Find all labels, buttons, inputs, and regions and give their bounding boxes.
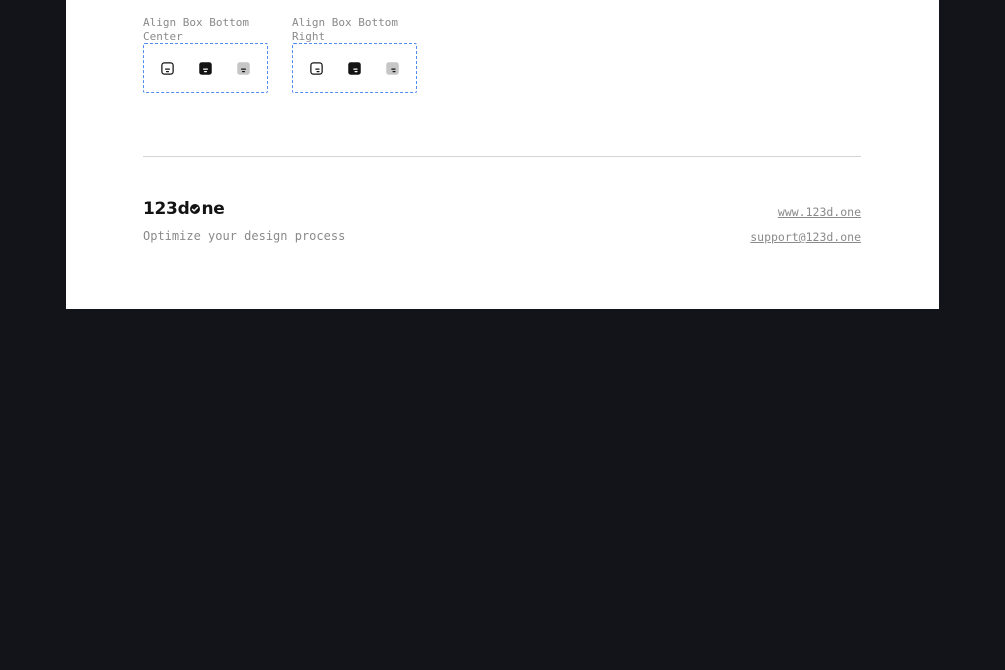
align-box-bottom-right-duotone-icon[interactable] [385,61,400,76]
align-box-bottom-center-duotone-icon[interactable] [236,61,251,76]
align-box-bottom-center-filled-icon[interactable] [198,61,213,76]
icon-group-align-box-bottom-center: Align Box Bottom Center [143,16,268,93]
icon-group-label: Align Box Bottom Right [292,16,398,43]
icon-group-label: Align Box Bottom Center [143,16,249,43]
icon-variants-box [143,43,268,93]
icon-group-align-box-bottom-right: Align Box Bottom Right [292,16,417,93]
icon-sheet: Align Box Bottom Center Align Box Bottom… [66,0,939,309]
icon-variants-box [292,43,417,93]
website-link[interactable]: www.123d.one [778,205,861,219]
footer-divider [143,156,861,157]
support-email-link[interactable]: support@123d.one [750,230,861,244]
logo-text-end: ne [201,199,225,219]
align-box-bottom-right-outline-icon[interactable] [309,61,324,76]
brand-logo: 123d ne [143,199,225,221]
align-box-bottom-right-filled-icon[interactable] [347,61,362,76]
checkmark-o-icon [190,204,201,214]
align-box-bottom-center-outline-icon[interactable] [160,61,175,76]
tagline: Optimize your design process [143,229,346,243]
logo-text-start: 123d [143,199,190,219]
